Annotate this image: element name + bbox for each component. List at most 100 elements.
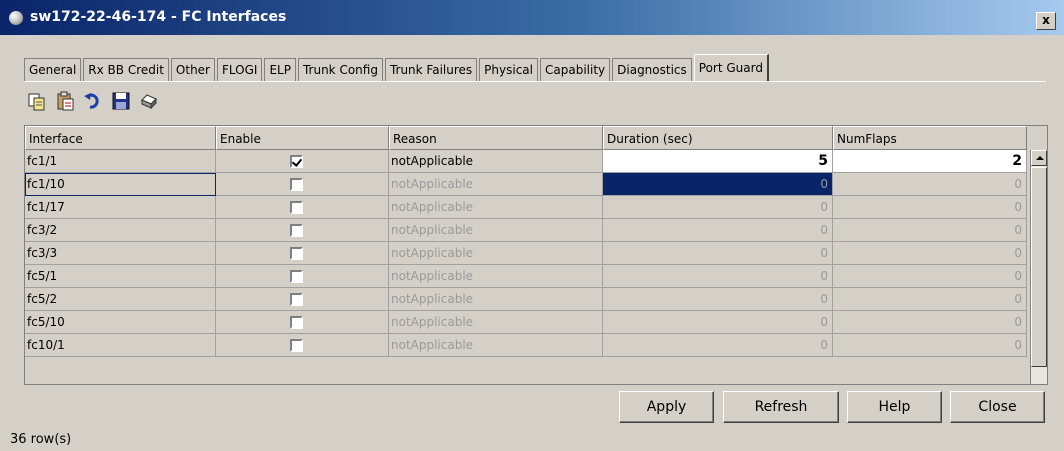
- numflaps-cell[interactable]: 0: [833, 173, 1027, 196]
- enable-cell[interactable]: [216, 196, 389, 219]
- interface-cell[interactable]: fc5/2: [25, 288, 216, 311]
- duration-cell[interactable]: 0: [603, 196, 833, 219]
- enable-cell[interactable]: [216, 311, 389, 334]
- tab-physical[interactable]: Physical: [479, 58, 538, 81]
- interface-cell[interactable]: fc1/10: [25, 173, 216, 196]
- interface-cell[interactable]: fc5/10: [25, 311, 216, 334]
- numflaps-cell[interactable]: 0: [833, 219, 1027, 242]
- app-icon: [9, 11, 23, 25]
- numflaps-cell[interactable]: 0: [833, 311, 1027, 334]
- table-row[interactable]: fc3/3 notApplicable 0 0: [25, 242, 1047, 265]
- duration-cell[interactable]: 5: [603, 150, 833, 173]
- enable-checkbox[interactable]: [290, 247, 303, 260]
- reason-cell[interactable]: notApplicable: [389, 173, 603, 196]
- reason-cell[interactable]: notApplicable: [389, 219, 603, 242]
- tab-general[interactable]: General: [24, 58, 82, 81]
- enable-checkbox[interactable]: [290, 224, 303, 237]
- tab-diagnostics[interactable]: Diagnostics: [612, 58, 692, 81]
- enable-checkbox[interactable]: [290, 270, 303, 283]
- paste-icon[interactable]: [54, 90, 76, 112]
- help-button[interactable]: Help: [847, 391, 942, 423]
- tab-bar: General Rx BB Credit Other FLOGI ELP Tru…: [24, 54, 771, 81]
- duration-cell[interactable]: 0: [603, 265, 833, 288]
- duration-cell[interactable]: 0: [603, 334, 833, 357]
- reason-cell[interactable]: notApplicable: [389, 242, 603, 265]
- enable-cell[interactable]: [216, 242, 389, 265]
- enable-checkbox[interactable]: [290, 339, 303, 352]
- save-icon[interactable]: [110, 90, 132, 112]
- copy-icon[interactable]: [26, 90, 48, 112]
- duration-cell[interactable]: 0: [603, 288, 833, 311]
- column-header-enable[interactable]: Enable: [216, 126, 389, 150]
- interface-cell[interactable]: fc1/17: [25, 196, 216, 219]
- column-header-reason[interactable]: Reason: [389, 126, 603, 150]
- apply-button[interactable]: Apply: [619, 391, 714, 423]
- tab-port-guard[interactable]: Port Guard: [693, 54, 769, 81]
- reason-cell[interactable]: notApplicable: [389, 150, 603, 173]
- enable-cell[interactable]: [216, 265, 389, 288]
- duration-cell[interactable]: 0: [603, 311, 833, 334]
- tab-other[interactable]: Other: [170, 58, 215, 81]
- close-button[interactable]: Close: [950, 391, 1045, 423]
- interface-cell[interactable]: fc3/3: [25, 242, 216, 265]
- tab-divider: [24, 81, 1046, 82]
- table-row[interactable]: fc1/17 notApplicable 0 0: [25, 196, 1047, 219]
- numflaps-cell[interactable]: 0: [833, 334, 1027, 357]
- tab-rx-bb-credit[interactable]: Rx BB Credit: [83, 58, 169, 81]
- table-header: Interface Enable Reason Duration (sec) N…: [25, 126, 1047, 150]
- enable-checkbox[interactable]: [290, 316, 303, 329]
- port-guard-table: Interface Enable Reason Duration (sec) N…: [24, 125, 1048, 385]
- table-row[interactable]: fc5/2 notApplicable 0 0: [25, 288, 1047, 311]
- undo-icon[interactable]: [82, 90, 104, 112]
- tab-trunk-failures[interactable]: Trunk Failures: [384, 58, 478, 81]
- interface-cell[interactable]: fc3/2: [25, 219, 216, 242]
- table-row[interactable]: fc5/1 notApplicable 0 0: [25, 265, 1047, 288]
- tab-elp[interactable]: ELP: [264, 58, 296, 81]
- numflaps-cell[interactable]: 2: [833, 150, 1027, 173]
- title-bar[interactable]: sw172-22-46-174 - FC Interfaces x: [0, 0, 1064, 35]
- enable-cell[interactable]: [216, 150, 389, 173]
- duration-cell[interactable]: 0: [603, 219, 833, 242]
- numflaps-cell[interactable]: 0: [833, 265, 1027, 288]
- table-row[interactable]: fc5/10 notApplicable 0 0: [25, 311, 1047, 334]
- enable-checkbox[interactable]: [290, 155, 303, 168]
- table-row[interactable]: fc1/1 notApplicable 5 2: [25, 150, 1047, 173]
- window-close-button[interactable]: x: [1036, 12, 1056, 30]
- refresh-button[interactable]: Refresh: [723, 391, 839, 423]
- interface-cell[interactable]: fc10/1: [25, 334, 216, 357]
- numflaps-cell[interactable]: 0: [833, 196, 1027, 219]
- row-count-status: 36 row(s): [10, 432, 72, 447]
- column-header-duration[interactable]: Duration (sec): [603, 126, 833, 150]
- duration-cell[interactable]: 0: [603, 173, 833, 196]
- tab-trunk-config[interactable]: Trunk Config: [297, 58, 383, 81]
- tab-flogi[interactable]: FLOGI: [217, 58, 263, 81]
- enable-checkbox[interactable]: [290, 178, 303, 191]
- vertical-scrollbar[interactable]: [1030, 150, 1047, 384]
- reason-cell[interactable]: notApplicable: [389, 311, 603, 334]
- enable-cell[interactable]: [216, 219, 389, 242]
- table-row[interactable]: fc3/2 notApplicable 0 0: [25, 219, 1047, 242]
- duration-cell[interactable]: 0: [603, 242, 833, 265]
- interface-cell[interactable]: fc1/1: [25, 150, 216, 173]
- scroll-up-arrow-icon[interactable]: [1031, 150, 1047, 166]
- enable-checkbox[interactable]: [290, 293, 303, 306]
- print-icon[interactable]: [138, 90, 160, 112]
- scrollbar-thumb[interactable]: [1031, 167, 1047, 367]
- interface-cell[interactable]: fc5/1: [25, 265, 216, 288]
- column-header-interface[interactable]: Interface: [25, 126, 216, 150]
- column-header-numflaps[interactable]: NumFlaps: [833, 126, 1027, 150]
- enable-cell[interactable]: [216, 173, 389, 196]
- enable-cell[interactable]: [216, 334, 389, 357]
- numflaps-cell[interactable]: 0: [833, 242, 1027, 265]
- enable-checkbox[interactable]: [290, 201, 303, 214]
- window-title: sw172-22-46-174 - FC Interfaces: [30, 9, 287, 25]
- reason-cell[interactable]: notApplicable: [389, 334, 603, 357]
- reason-cell[interactable]: notApplicable: [389, 265, 603, 288]
- numflaps-cell[interactable]: 0: [833, 288, 1027, 311]
- reason-cell[interactable]: notApplicable: [389, 196, 603, 219]
- enable-cell[interactable]: [216, 288, 389, 311]
- table-row[interactable]: fc10/1 notApplicable 0 0: [25, 334, 1047, 357]
- table-row[interactable]: fc1/10 notApplicable 0 0: [25, 173, 1047, 196]
- reason-cell[interactable]: notApplicable: [389, 288, 603, 311]
- tab-capability[interactable]: Capability: [540, 58, 611, 81]
